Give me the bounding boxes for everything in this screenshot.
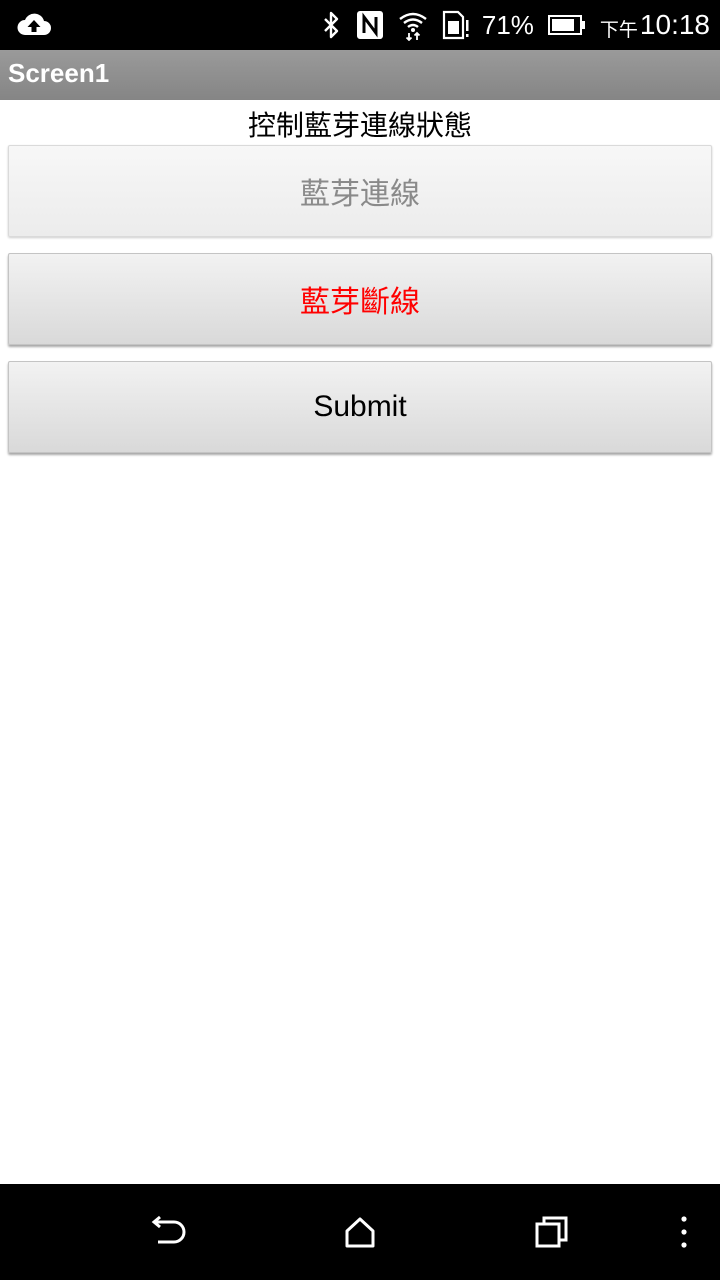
nfc-icon [356, 10, 384, 40]
overflow-menu-icon[interactable] [664, 1214, 704, 1250]
bluetooth-disconnect-label: 藍芽斷線 [300, 285, 420, 320]
clock: 10:18 [639, 9, 710, 40]
upload-cloud-icon [16, 9, 52, 41]
bluetooth-status-label: 控制藍芽連線狀態 [247, 109, 472, 142]
bluetooth-disconnect-button[interactable]: 藍芽斷線 [8, 253, 712, 345]
sim-icon [442, 10, 470, 40]
app-title-bar: Screen1 [0, 50, 720, 100]
screen-title: Screen1 [8, 58, 110, 88]
bluetooth-connect-button[interactable]: 藍芽連線 [8, 145, 712, 237]
recents-icon[interactable] [533, 1214, 573, 1250]
home-icon[interactable] [340, 1214, 380, 1250]
submit-label: Submit [313, 390, 407, 423]
back-icon[interactable] [148, 1214, 188, 1250]
battery-percentage: 71% [481, 9, 534, 40]
navigation-bar [0, 1184, 720, 1280]
clock-period: 下午 [599, 18, 638, 41]
bluetooth-icon [322, 10, 342, 40]
wifi-icon [398, 9, 428, 41]
status-bar: 71% 下午 10:18 [0, 0, 720, 50]
submit-button[interactable]: Submit [8, 361, 712, 453]
bluetooth-connect-label: 藍芽連線 [300, 177, 420, 212]
battery-icon [547, 14, 586, 36]
